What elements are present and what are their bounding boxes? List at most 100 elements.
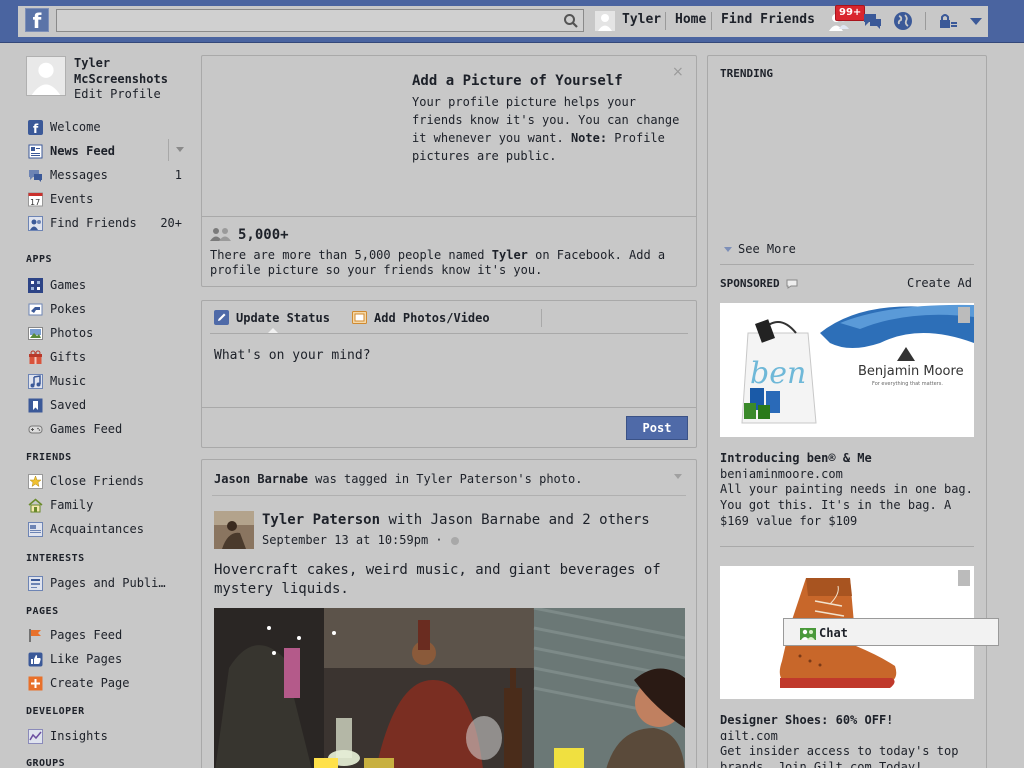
flag-icon [29, 629, 41, 642]
ad-domain[interactable]: benjaminmoore.com [720, 467, 843, 478]
avatar-icon[interactable] [595, 11, 615, 31]
profile-link[interactable]: Tyler [622, 12, 661, 27]
sidebar-item-messages[interactable]: Messages 1 [26, 167, 186, 187]
sidebar-item-like-pages[interactable]: Like Pages [26, 651, 186, 671]
section-heading-interests: INTERESTS [26, 553, 85, 564]
sidebar-item-welcome[interactable]: f Welcome [26, 119, 186, 139]
people-count: 5,000+ [238, 227, 289, 243]
sidebar-item-label: Games [50, 278, 87, 292]
news-feed-options-chevron-down-icon[interactable] [176, 147, 184, 152]
divider [720, 264, 974, 265]
ad-title[interactable]: Introducing ben® & Me [720, 451, 872, 465]
sidebar-item-label: News Feed [50, 144, 116, 158]
section-heading-friends: FRIENDS [26, 452, 72, 463]
create-ad-link[interactable]: Create Ad [907, 276, 972, 290]
separator [711, 12, 712, 30]
profile-name[interactable]: Tyler McScreenshots [74, 55, 194, 87]
author-link[interactable]: Tyler Paterson [262, 512, 380, 528]
sidebar-item-pokes[interactable]: Pokes [26, 301, 186, 321]
privacy-globe-icon[interactable] [450, 536, 460, 546]
with-text[interactable]: with Jason Barnabe and 2 others [380, 512, 649, 528]
timestamp-text: September 13 at 10:59pm · [262, 533, 450, 547]
search-input[interactable] [61, 12, 561, 29]
author-avatar[interactable] [214, 511, 254, 549]
chat-people-icon [800, 628, 816, 640]
home-link[interactable]: Home [675, 12, 706, 27]
calendar-day-number: 17 [30, 198, 40, 207]
ad-body[interactable]: All your painting needs in one bag. You … [720, 481, 974, 529]
sidebar-item-label: Pages and Publi… [50, 576, 166, 590]
status-input[interactable]: What's on your mind? [214, 348, 371, 363]
people-icon [210, 228, 231, 241]
active-tab-indicator [268, 328, 278, 333]
edit-profile-link[interactable]: Edit Profile [74, 87, 161, 101]
facebook-logo-icon[interactable]: f [25, 8, 49, 33]
sidebar-item-acquaintances[interactable]: Acquaintances [26, 521, 186, 541]
search-box[interactable] [56, 9, 584, 32]
post-button[interactable]: Post [626, 416, 688, 440]
messages-icon[interactable] [860, 9, 884, 33]
sidebar-item-label: Family [50, 498, 94, 512]
tagged-person-link[interactable]: Jason Barnabe [214, 472, 308, 486]
sidebar-item-label: Pokes [50, 302, 87, 316]
search-icon[interactable] [563, 13, 579, 29]
sidebar-item-label: Music [50, 374, 87, 388]
chevron-down-icon [724, 247, 732, 252]
sidebar-item-pages-feed[interactable]: Pages Feed [26, 627, 186, 647]
section-heading-developer: DEVELOPER [26, 706, 85, 717]
sidebar-item-saved[interactable]: Saved [26, 397, 186, 417]
account-menu-chevron-down-icon[interactable] [964, 9, 988, 33]
sidebar-item-pages-and-public-figures[interactable]: Pages and Publi… [26, 575, 186, 595]
see-more-label: See More [738, 242, 796, 256]
story-timestamp[interactable]: September 13 at 10:59pm · [262, 533, 460, 547]
name-highlight: Tyler [491, 248, 528, 262]
section-heading-pages: PAGES [26, 606, 59, 617]
chat-bar[interactable]: Chat [783, 618, 999, 646]
sidebar-item-label: Find Friends [50, 216, 137, 230]
sidebar-item-find-friends[interactable]: Find Friends 20+ [26, 215, 186, 235]
sponsored-heading: SPONSORED [720, 277, 798, 290]
sidebar-item-gifts[interactable]: Gifts [26, 349, 186, 369]
gamepad-icon [28, 425, 43, 434]
sidebar-item-music[interactable]: Music [26, 373, 186, 393]
photo-icon [352, 311, 367, 324]
sidebar-item-label: Messages [50, 168, 108, 182]
sidebar-item-label: Pages Feed [50, 628, 123, 642]
ad-domain[interactable]: gilt.com [720, 729, 778, 740]
profile-picture[interactable] [26, 56, 66, 96]
sidebar-item-photos[interactable]: Photos [26, 325, 186, 345]
star-icon [28, 474, 43, 489]
trending-heading: TRENDING [720, 67, 773, 80]
text-part: There are more than 5,000 people named [210, 248, 492, 262]
see-more-link[interactable]: See More [724, 242, 796, 256]
story-photo[interactable] [214, 608, 685, 768]
sidebar-item-close-friends[interactable]: Close Friends [26, 473, 186, 493]
story-options-chevron-down-icon[interactable] [674, 474, 682, 479]
sidebar-item-insights[interactable]: Insights [26, 728, 186, 748]
ad-image-benjamin-moore[interactable]: ben Benjamin Moore For everything that m… [720, 303, 974, 437]
section-heading-groups: GROUPS [26, 758, 66, 768]
globe-icon[interactable] [891, 9, 915, 33]
insights-chart-icon [28, 729, 43, 744]
sidebar-item-events[interactable]: 17 Events [26, 191, 186, 211]
sidebar-item-label: Events [50, 192, 94, 206]
sponsored-info-icon[interactable] [786, 279, 798, 289]
privacy-lock-icon[interactable] [936, 9, 960, 33]
ad-body[interactable]: Get insider access to today's top brands… [720, 743, 974, 768]
pages-list-icon [28, 576, 43, 591]
find-friends-link[interactable]: Find Friends [721, 12, 815, 27]
sidebar-item-family[interactable]: Family [26, 497, 186, 517]
sidebar-item-news-feed[interactable]: News Feed [26, 143, 186, 163]
sidebar-item-games-feed[interactable]: Games Feed [26, 421, 186, 441]
sponsored-label: SPONSORED [720, 277, 780, 290]
divider [202, 407, 696, 408]
ad-title[interactable]: Designer Shoes: 60% OFF! [720, 713, 893, 727]
divider [210, 333, 688, 334]
svg-text:ben: ben [750, 356, 806, 391]
sidebar-item-create-page[interactable]: Create Page [26, 675, 186, 695]
sidebar-item-games[interactable]: Games [26, 277, 186, 297]
facebook-icon: f [28, 120, 43, 135]
close-icon[interactable]: × [672, 64, 684, 80]
games-icon [28, 278, 43, 293]
svg-text:f: f [33, 122, 39, 135]
